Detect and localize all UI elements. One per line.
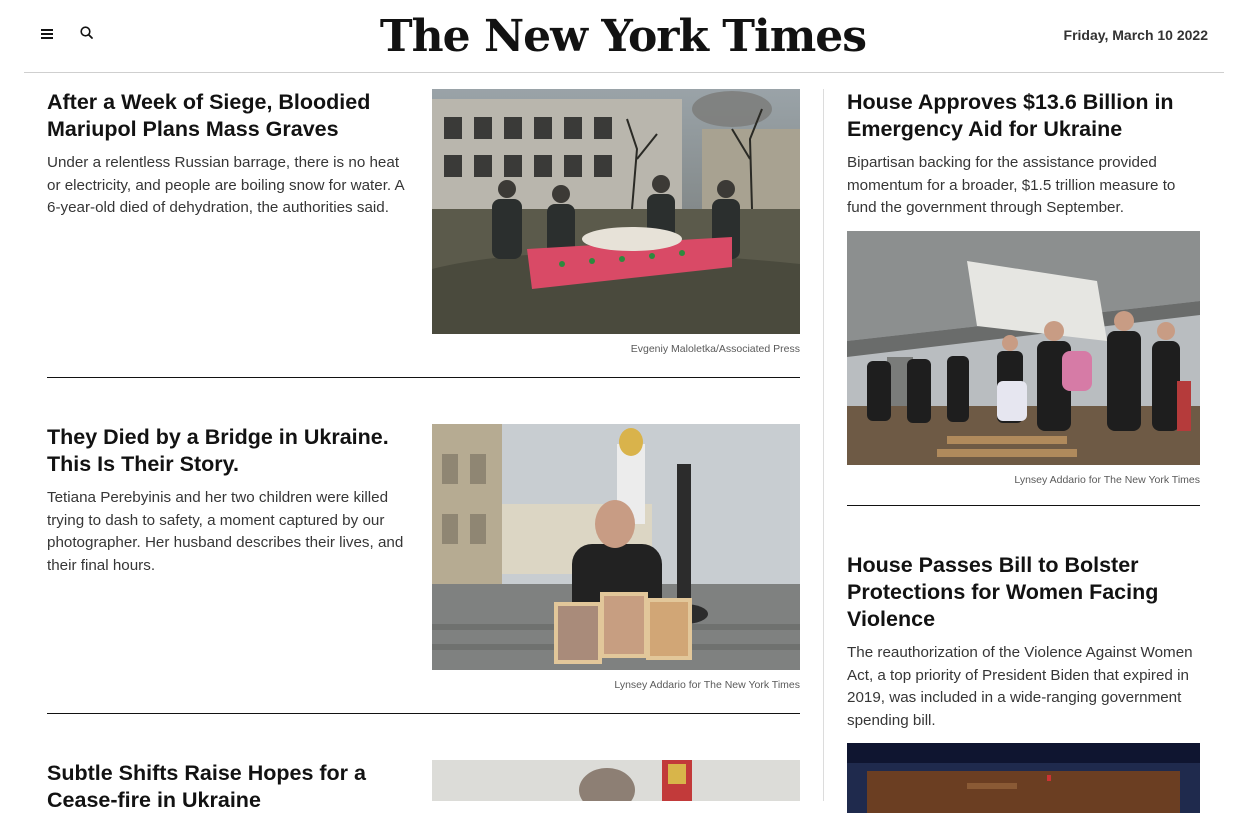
photo-credit: Lynsey Addario for The New York Times bbox=[614, 679, 800, 691]
story-summary[interactable]: Tetiana Perebyinis and her two children … bbox=[47, 487, 412, 577]
story-headline[interactable]: Subtle Shifts Raise Hopes for a Cease-fi… bbox=[47, 760, 412, 814]
story-photo-ceasefire[interactable] bbox=[432, 760, 800, 801]
story-photo-mariupol[interactable] bbox=[432, 89, 800, 334]
story-divider bbox=[847, 505, 1200, 506]
story-photo-bridge-victims[interactable] bbox=[432, 424, 800, 670]
story-summary[interactable]: Bipartisan backing for the assistance pr… bbox=[847, 152, 1200, 220]
nyt-logo[interactable]: The New York Times bbox=[380, 6, 867, 66]
story-divider bbox=[47, 377, 800, 378]
story-photo-capitol[interactable] bbox=[847, 743, 1200, 813]
story-photo-evacuation[interactable] bbox=[847, 230, 1200, 465]
column-divider bbox=[823, 89, 824, 801]
search-icon[interactable] bbox=[79, 25, 95, 41]
story-card: Subtle Shifts Raise Hopes for a Cease-fi… bbox=[47, 760, 800, 820]
story-headline[interactable]: They Died by a Bridge in Ukraine. This I… bbox=[47, 424, 412, 478]
story-summary[interactable]: Under a relentless Russian barrage, ther… bbox=[47, 152, 412, 220]
story-headline[interactable]: House Passes Bill to Bolster Protections… bbox=[847, 552, 1200, 633]
story-divider bbox=[47, 713, 800, 714]
menu-icon[interactable] bbox=[41, 27, 57, 41]
photo-credit: Evgeniy Maloletka/Associated Press bbox=[630, 343, 800, 355]
story-summary[interactable]: The reauthorization of the Violence Agai… bbox=[847, 642, 1200, 732]
current-date: Friday, March 10 2022 bbox=[1063, 27, 1208, 43]
photo-credit: Lynsey Addario for The New York Times bbox=[1014, 473, 1200, 486]
story-card: After a Week of Siege, Bloodied Mariupol… bbox=[47, 89, 800, 359]
story-card: House Approves $13.6 Billion in Emergenc… bbox=[847, 89, 1200, 486]
site-header: The New York Times Friday, March 10 2022 bbox=[24, 0, 1224, 73]
story-card: House Passes Bill to Bolster Protections… bbox=[847, 552, 1200, 813]
story-headline[interactable]: After a Week of Siege, Bloodied Mariupol… bbox=[47, 89, 412, 143]
story-headline[interactable]: House Approves $13.6 Billion in Emergenc… bbox=[847, 89, 1200, 143]
story-card: They Died by a Bridge in Ukraine. This I… bbox=[47, 424, 800, 694]
